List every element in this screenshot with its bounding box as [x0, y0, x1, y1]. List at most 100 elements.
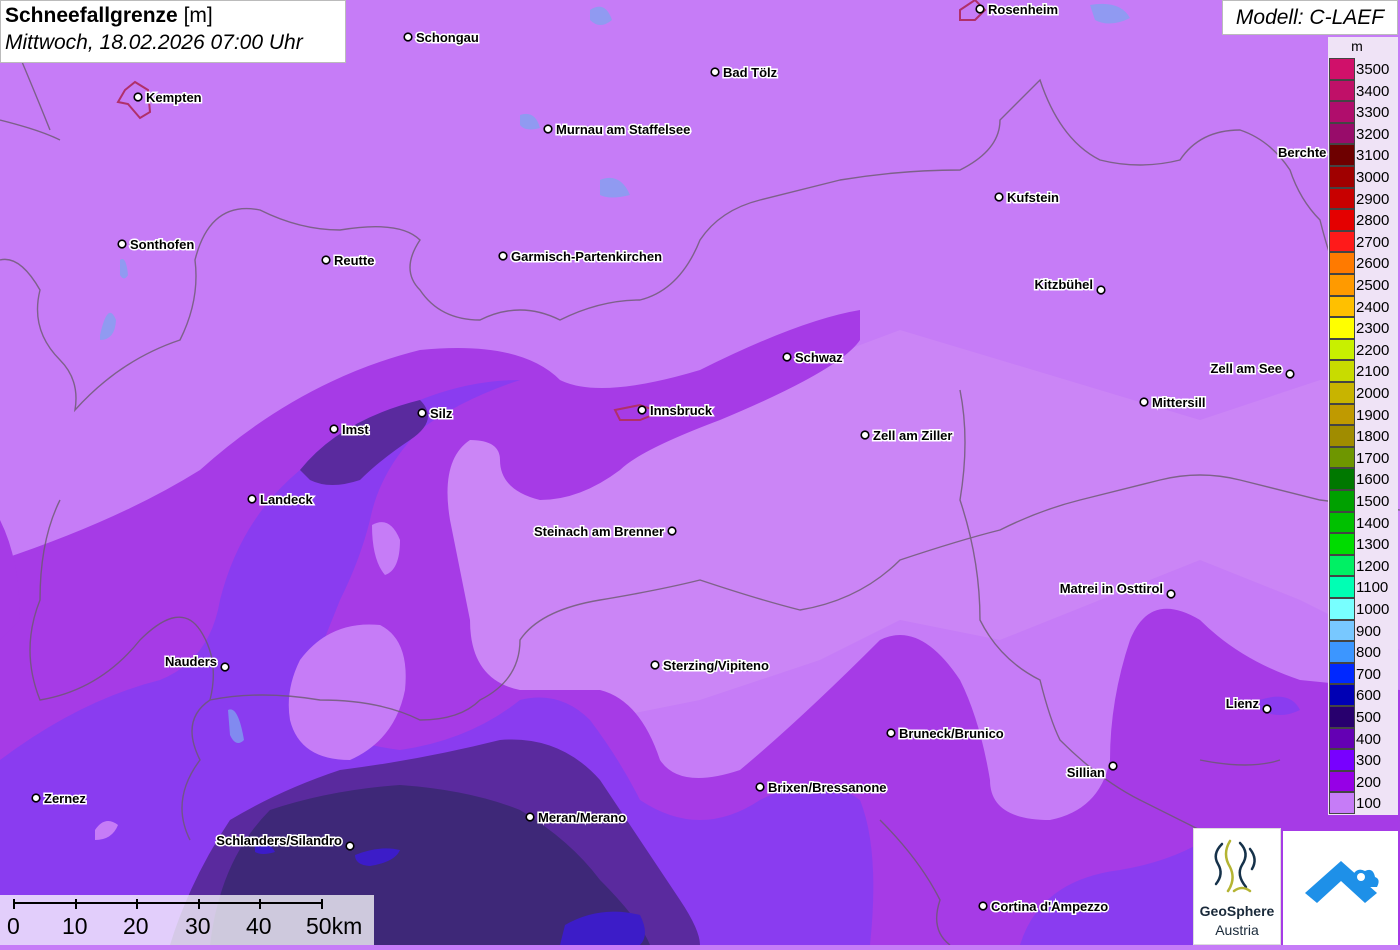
- legend-entry: 1000: [1329, 598, 1398, 620]
- legend-label: 3400: [1356, 82, 1390, 100]
- city-marker[interactable]: Sonthofen: [117, 236, 196, 254]
- city-marker[interactable]: Sterzing/Vipiteno: [650, 657, 770, 675]
- city-dot: [782, 352, 792, 362]
- city-dot: [133, 92, 143, 102]
- color-legend: m 3500 3400 3300 3200 3100 3000 2900 2800 2700 26…: [1328, 37, 1398, 815]
- city-label: Zell am See: [1210, 361, 1282, 376]
- legend-swatch: [1329, 274, 1355, 296]
- legend-entry: 300: [1329, 749, 1398, 771]
- city-marker[interactable]: Brixen/Bressanone: [755, 779, 888, 797]
- city-label: Bruneck/Brunico: [899, 726, 1004, 741]
- city-dot: [1139, 397, 1149, 407]
- legend-swatch: [1329, 295, 1355, 318]
- city-label: Bad Tölz: [723, 65, 778, 80]
- city-marker[interactable]: Schongau: [403, 29, 480, 47]
- legend-entry: 2200: [1329, 338, 1398, 361]
- legend-swatch: [1329, 101, 1355, 123]
- legend-label: 200: [1356, 773, 1382, 791]
- city-dot: [31, 793, 41, 803]
- legend-swatch: [1329, 706, 1355, 728]
- city-label: Meran/Merano: [538, 810, 626, 825]
- city-dot: [247, 494, 257, 504]
- legend-swatch: [1329, 360, 1355, 382]
- legend-swatch: [1329, 403, 1355, 426]
- geosphere-emblem-icon: [1214, 839, 1256, 893]
- legend-label: 2000: [1356, 385, 1390, 402]
- legend-entry: 3000: [1329, 166, 1398, 188]
- city-dot: [543, 124, 553, 134]
- city-marker[interactable]: Berchte: [1277, 144, 1328, 162]
- legend-label: 2600: [1356, 255, 1390, 273]
- city-label: Berchte: [1278, 145, 1326, 160]
- legend-label: 1600: [1356, 471, 1390, 489]
- city-label: Cortina d'Ampezzo: [991, 899, 1108, 914]
- legend-label: 400: [1356, 730, 1382, 748]
- scale-label: 10: [62, 913, 88, 939]
- city-marker[interactable]: Cortina d'Ampezzo: [978, 898, 1110, 916]
- city-label: Mittersill: [1152, 395, 1205, 410]
- legend-swatch: [1329, 641, 1355, 663]
- legend-entry: 500: [1329, 706, 1398, 728]
- model-label: Modell: C-LAEF: [1222, 0, 1398, 35]
- legend-entry: 1800: [1329, 425, 1398, 447]
- city-label: Schlanders/Silandro: [216, 833, 342, 848]
- city-dot: [417, 408, 427, 418]
- city-dot: [1166, 589, 1176, 599]
- legend-entry: 1400: [1329, 511, 1398, 534]
- legend-label: 2300: [1356, 320, 1390, 338]
- legend-swatch: [1329, 79, 1355, 102]
- city-label: Kempten: [146, 90, 202, 105]
- legend-entry: 2700: [1329, 230, 1398, 253]
- city-label: Steinach am Brenner: [534, 524, 664, 539]
- legend-swatch: [1329, 490, 1355, 512]
- city-marker[interactable]: Innsbruck: [637, 402, 714, 420]
- legend-label: 100: [1356, 795, 1382, 813]
- forecast-datetime: Mittwoch, 18.02.2026 07:00 Uhr: [5, 31, 303, 54]
- city-marker[interactable]: Schlanders/Silandro: [215, 832, 355, 851]
- city-label: Schwaz: [795, 350, 843, 365]
- legend-entry: 2600: [1329, 252, 1398, 274]
- city-label: Murnau am Staffelsee: [556, 122, 690, 137]
- city-marker[interactable]: Bruneck/Brunico: [886, 725, 1005, 743]
- city-label: Sillian: [1067, 765, 1105, 780]
- legend-entry: 1600: [1329, 468, 1398, 490]
- city-marker[interactable]: Zell am Ziller: [860, 427, 954, 445]
- scale-label: 50km: [306, 913, 363, 939]
- city-marker[interactable]: Matrei in Osttirol: [1058, 580, 1176, 599]
- geosphere-logo[interactable]: GeoSphere Austria: [1193, 828, 1281, 945]
- legend-entry: 1900: [1329, 403, 1398, 426]
- legend-entry: 3200: [1329, 122, 1398, 145]
- city-label: Lienz: [1226, 696, 1260, 711]
- legend-label: 1900: [1356, 406, 1390, 424]
- legend-swatch: [1329, 511, 1355, 534]
- legend-swatch: [1329, 317, 1355, 339]
- legend-entry: 2300: [1329, 317, 1398, 339]
- city-label: Innsbruck: [650, 403, 713, 418]
- legend-label: 1700: [1356, 449, 1390, 467]
- city-marker[interactable]: Steinach am Brenner: [532, 523, 677, 541]
- city-dot: [994, 192, 1004, 202]
- city-marker[interactable]: Zell am See: [1209, 360, 1295, 379]
- legend-label: 3100: [1356, 147, 1390, 165]
- legend-label: 3500: [1356, 61, 1390, 78]
- city-dot: [650, 660, 660, 670]
- city-marker[interactable]: Rosenheim: [975, 1, 1060, 19]
- weather-app-icon: [1305, 861, 1379, 903]
- legend-swatch: [1329, 252, 1355, 274]
- legend-swatch: [1329, 338, 1355, 361]
- legend-swatch: [1329, 533, 1355, 555]
- city-marker[interactable]: Meran/Merano: [525, 809, 628, 827]
- city-dot: [1108, 761, 1118, 771]
- weather-app-logo[interactable]: [1283, 831, 1398, 945]
- legend-swatch: [1329, 619, 1355, 642]
- legend-label: 1800: [1356, 428, 1390, 446]
- city-dot: [117, 239, 127, 249]
- legend-swatch: [1329, 684, 1355, 706]
- city-label: Silz: [430, 406, 453, 421]
- legend-entry: 700: [1329, 662, 1398, 685]
- snowfall-line-map[interactable]: Rosenheim Schongau Kempten Bad Tölz Murnau a…: [0, 0, 1400, 945]
- city-marker[interactable]: Garmisch-Partenkirchen: [498, 248, 664, 266]
- legend-swatch: [1329, 598, 1355, 620]
- city-marker[interactable]: Murnau am Staffelsee: [543, 121, 692, 139]
- legend-label: 1200: [1356, 557, 1390, 575]
